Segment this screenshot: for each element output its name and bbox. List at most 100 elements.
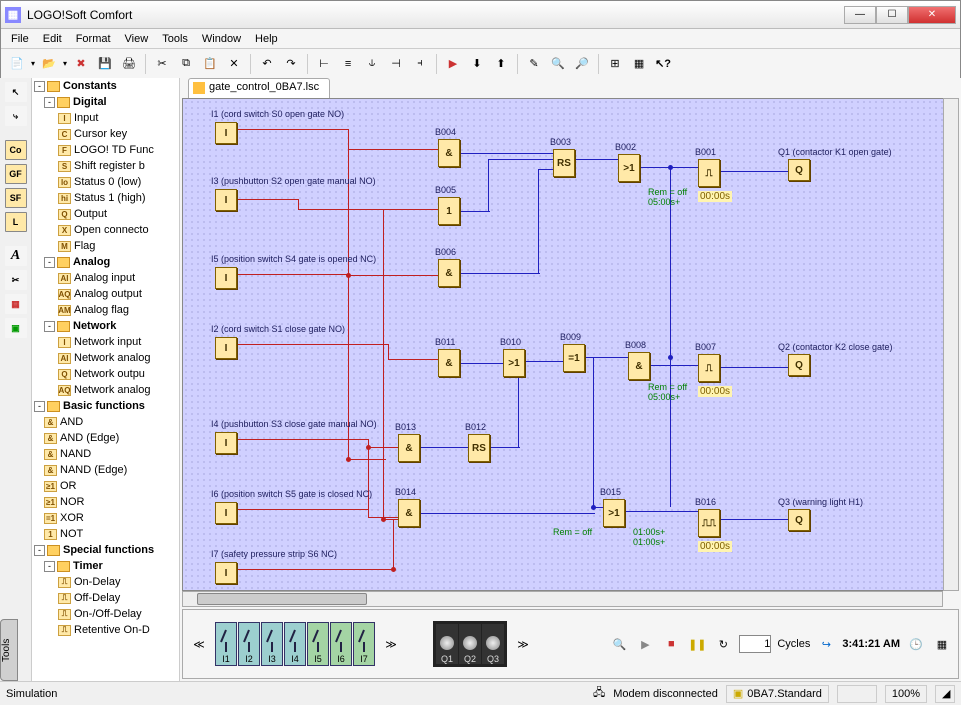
align5-icon[interactable]: ⫞ (410, 54, 430, 74)
close-file-icon[interactable]: ✖ (71, 54, 91, 74)
tree-item[interactable]: Network analog (74, 384, 150, 396)
pencil-icon[interactable]: ✎ (524, 54, 544, 74)
tree-item[interactable]: AND (Edge) (60, 432, 119, 444)
status-resize[interactable]: ◢ (935, 685, 955, 703)
tool-sim-icon[interactable]: ▦ (5, 294, 27, 314)
maximize-button[interactable]: ☐ (876, 6, 908, 24)
sim-zoom-icon[interactable]: 🔍 (609, 634, 629, 654)
tree-item[interactable]: NAND (Edge) (60, 464, 127, 476)
tree-item[interactable]: OR (60, 480, 77, 492)
block-B004[interactable]: & (438, 139, 460, 167)
cycles-input[interactable] (739, 635, 771, 653)
menu-format[interactable]: Format (70, 31, 117, 47)
zoomin-icon[interactable]: 🔍 (548, 54, 568, 74)
tools-tab[interactable]: Tools (0, 619, 18, 681)
delete-icon[interactable]: ✕ (224, 54, 244, 74)
input-block-I2[interactable]: I (215, 337, 237, 359)
sim-input-I5[interactable]: I5 (307, 622, 329, 666)
transfer2-icon[interactable]: ⬇ (467, 54, 487, 74)
clock-icon[interactable]: 🕒 (906, 634, 926, 654)
diagram-canvas[interactable]: I1 (cord switch S0 open gate NO)II3 (pus… (182, 98, 959, 591)
sim-input-I4[interactable]: I4 (284, 622, 306, 666)
tree-item[interactable]: Analog input (74, 272, 135, 284)
menu-help[interactable]: Help (249, 31, 284, 47)
input-block-I1[interactable]: I (215, 122, 237, 144)
minimize-button[interactable]: — (844, 6, 876, 24)
tree-item[interactable]: Network outpu (74, 368, 145, 380)
block-B001[interactable]: ⎍ (698, 159, 720, 187)
undo-icon[interactable]: ↶ (257, 54, 277, 74)
tree-item[interactable]: AND (60, 416, 83, 428)
tree-item[interactable]: Analog output (74, 288, 142, 300)
block-B013[interactable]: & (398, 434, 420, 462)
tree-item[interactable]: XOR (60, 512, 84, 524)
block-B015[interactable]: >1 (603, 499, 625, 527)
tool-text[interactable]: A (5, 246, 27, 266)
copy-icon[interactable]: ⧉ (176, 54, 196, 74)
menu-edit[interactable]: Edit (37, 31, 68, 47)
zoomout-icon[interactable]: 🔎 (572, 54, 592, 74)
output-block-Q3[interactable]: Q (788, 509, 810, 531)
tree-item[interactable]: Network input (74, 336, 141, 348)
menu-window[interactable]: Window (196, 31, 247, 47)
block-B006[interactable]: & (438, 259, 460, 287)
tree-item[interactable]: Off-Delay (74, 592, 120, 604)
tool-connect[interactable]: ⤷ (5, 106, 27, 126)
scroll-vertical[interactable] (943, 98, 959, 591)
redo-icon[interactable]: ↷ (281, 54, 301, 74)
tool-special[interactable]: SF (5, 188, 27, 208)
paste-icon[interactable]: 📋 (200, 54, 220, 74)
block-B010[interactable]: >1 (503, 349, 525, 377)
tree-analog[interactable]: Analog (73, 256, 110, 268)
tree-item[interactable]: Flag (74, 240, 95, 252)
menu-file[interactable]: File (5, 31, 35, 47)
sim-input-I6[interactable]: I6 (330, 622, 352, 666)
close-button[interactable]: ✕ (908, 6, 956, 24)
transfer1-icon[interactable]: ▶ (443, 54, 463, 74)
tree-item[interactable]: On-Delay (74, 576, 120, 588)
tool-constants[interactable]: Co (5, 140, 27, 160)
file-tab[interactable]: gate_control_0BA7.lsc (188, 78, 330, 98)
tree-item[interactable]: Output (74, 208, 107, 220)
tree-timer[interactable]: Timer (73, 560, 103, 572)
tree-item[interactable]: Input (74, 112, 98, 124)
tool-basic[interactable]: GF (5, 164, 27, 184)
transfer3-icon[interactable]: ⬆ (491, 54, 511, 74)
menu-view[interactable]: View (119, 31, 155, 47)
input-block-I3[interactable]: I (215, 189, 237, 211)
tree-basic[interactable]: Basic functions (63, 400, 145, 412)
input-block-I5[interactable]: I (215, 267, 237, 289)
help-icon[interactable]: ↖? (653, 54, 673, 74)
cut-icon[interactable]: ✂ (152, 54, 172, 74)
sim-input-I2[interactable]: I2 (238, 622, 260, 666)
tree-item[interactable]: LOGO! TD Func (74, 144, 154, 156)
block-B014[interactable]: & (398, 499, 420, 527)
open-icon[interactable]: 📂 (39, 54, 59, 74)
menu-tools[interactable]: Tools (156, 31, 194, 47)
output-block-Q2[interactable]: Q (788, 354, 810, 376)
block-B002[interactable]: >1 (618, 154, 640, 182)
sim-pause-icon[interactable]: ❚❚ (687, 634, 707, 654)
align1-icon[interactable]: ⊢ (314, 54, 334, 74)
tree-item[interactable]: Cursor key (74, 128, 127, 140)
align3-icon[interactable]: ⫝ (362, 54, 382, 74)
block-B011[interactable]: & (438, 349, 460, 377)
tree-digital[interactable]: Digital (73, 96, 107, 108)
sim-next-icon[interactable]: ≫ (381, 634, 401, 654)
sim-table-icon[interactable]: ▦ (932, 634, 952, 654)
sim-input-I3[interactable]: I3 (261, 622, 283, 666)
tree-item[interactable]: NOT (60, 528, 83, 540)
block-B012[interactable]: RS (468, 434, 490, 462)
block-B003[interactable]: RS (553, 149, 575, 177)
tree-item[interactable]: On-/Off-Delay (74, 608, 142, 620)
sim-stop-icon[interactable]: ■ (661, 634, 681, 654)
block-B016[interactable]: ⎍⎍ (698, 509, 720, 537)
tree-item[interactable]: Analog flag (74, 304, 129, 316)
input-block-I7[interactable]: I (215, 562, 237, 584)
output-block-Q1[interactable]: Q (788, 159, 810, 181)
sim-more-icon[interactable]: ≫ (513, 634, 533, 654)
tool-label[interactable]: L (5, 212, 27, 232)
block-B008[interactable]: & (628, 352, 650, 380)
function-tree[interactable]: -Constants -Digital IInput CCursor key F… (32, 78, 180, 681)
tree-item[interactable]: Status 1 (high) (74, 192, 146, 204)
